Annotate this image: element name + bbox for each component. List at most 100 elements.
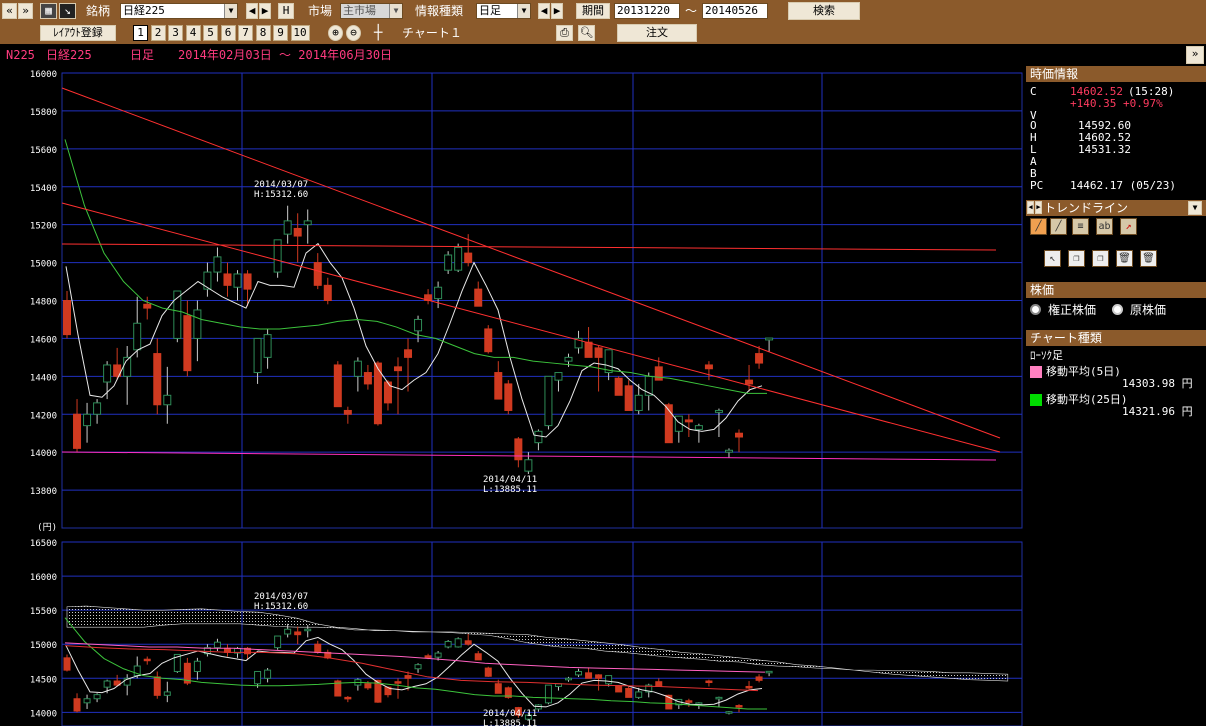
meigara-select[interactable]: 日経225 ▼ <box>120 3 238 19</box>
candle-body <box>303 220 312 226</box>
layout-number-6[interactable]: 6 <box>220 25 236 41</box>
candle-body <box>363 372 372 385</box>
layout-number-7[interactable]: 7 <box>238 25 253 41</box>
zoom-out-icon[interactable]: ⊖ <box>346 25 361 41</box>
next-arrow-icon[interactable]: ▶ <box>259 3 271 19</box>
chevron-down-icon[interactable]: ▼ <box>224 4 237 18</box>
price-chart[interactable]: 16000 15800 15600 15400 15200 15000 14800 14600… <box>0 66 1024 726</box>
ma25-swatch <box>1030 394 1042 406</box>
candle-body <box>554 372 563 381</box>
period-from-input[interactable]: 20131220 <box>614 3 680 19</box>
info-type-select[interactable]: 日足 ▼ <box>476 3 531 19</box>
lower-tick-label: 15000 <box>30 641 57 651</box>
lower-candle-body <box>163 691 171 696</box>
chevron-down-icon[interactable]: ▼ <box>517 4 530 18</box>
lower-candle-body <box>193 660 201 672</box>
trendline-tool-icon[interactable]: ╱ <box>1030 218 1047 235</box>
zoom-in-icon[interactable]: ⊕ <box>328 25 343 41</box>
lower-candle-body <box>294 631 302 636</box>
layout-number-9[interactable]: 9 <box>273 25 288 41</box>
candle-body <box>393 366 402 372</box>
market-select[interactable]: 主市場 ▼ <box>340 3 403 19</box>
candle-body <box>524 459 533 472</box>
layout-number-4[interactable]: 4 <box>185 25 201 41</box>
prev-arrow-icon[interactable]: ◀ <box>538 3 550 19</box>
double-chevron-right-icon[interactable]: » <box>18 3 33 19</box>
layout-number-10[interactable]: 10 <box>290 25 310 41</box>
candle-body <box>735 432 744 438</box>
candle-body <box>604 349 613 374</box>
search-button[interactable]: 検索 <box>788 2 860 20</box>
trendline-title: トレンドライン <box>1044 201 1129 215</box>
candle-body <box>594 347 603 358</box>
candle-body <box>614 377 623 396</box>
lower-candle-body <box>565 677 572 681</box>
delete-icon[interactable]: 🗑︎ <box>1116 250 1133 267</box>
layout-number-5[interactable]: 5 <box>203 25 218 41</box>
candle-body <box>313 262 322 286</box>
candle-body <box>293 227 302 237</box>
ma25-line <box>64 139 767 394</box>
layout-number-3[interactable]: 3 <box>168 25 183 41</box>
crosshair-icon[interactable]: ┼ <box>374 25 382 41</box>
ichimoku-cloud <box>66 605 1009 682</box>
period-to-input[interactable]: 20140526 <box>702 3 768 19</box>
candle-body <box>765 337 774 341</box>
trendline-horizontal-high <box>61 243 997 251</box>
cursor-icon[interactable]: ↘ <box>59 3 76 19</box>
chart-type-header: チャート種類 <box>1026 330 1206 346</box>
layout-number-2[interactable]: 2 <box>150 25 166 41</box>
arrow-tool-icon[interactable]: ↗ <box>1120 218 1137 235</box>
candle-body <box>474 288 483 307</box>
lower-candle-body <box>575 670 583 676</box>
candle-body <box>83 413 92 427</box>
period-button[interactable]: 期間 <box>576 3 610 19</box>
text-tool-icon[interactable]: ab <box>1096 218 1113 235</box>
print-preview-icon[interactable]: 🔍︎ <box>578 25 595 41</box>
radio-raw[interactable] <box>1112 304 1123 315</box>
layout-number-8[interactable]: 8 <box>255 25 271 41</box>
chevron-down-icon[interactable]: ▼ <box>1188 201 1202 215</box>
lower-candle-body <box>304 628 312 632</box>
lower-candle-body <box>755 676 763 681</box>
candle-body <box>273 239 282 273</box>
candle-body <box>243 273 252 290</box>
next-arrow-icon[interactable]: ▶ <box>551 3 563 19</box>
prev-arrow-icon[interactable]: ◀ <box>246 3 258 19</box>
order-button[interactable]: 注文 <box>617 24 697 42</box>
chart-tool-icon[interactable]: ▦ <box>40 3 57 19</box>
chevron-down-icon[interactable]: ▼ <box>389 4 402 18</box>
next-arrow-icon[interactable]: ▶ <box>1035 201 1042 214</box>
chart-name: チャート１ <box>402 26 462 40</box>
candle-body <box>444 254 453 271</box>
h-button[interactable]: H <box>278 3 294 19</box>
paste-icon[interactable]: ❐ <box>1092 250 1109 267</box>
chart-info-line: N225 日経225 日足 2014年02月03日 〜 2014年06月30日 <box>0 44 1024 66</box>
candle-body <box>684 419 693 423</box>
candle-body <box>404 349 413 358</box>
clear-all-icon[interactable]: 🗑︎ <box>1140 250 1157 267</box>
lower-tick-label: 16500 <box>30 539 57 549</box>
double-chevron-left-icon[interactable]: « <box>2 3 17 19</box>
expand-icon[interactable]: » <box>1186 46 1204 64</box>
lower-candle-body <box>434 652 442 658</box>
lower-candle-body <box>213 641 221 649</box>
prev-arrow-icon[interactable]: ◀ <box>1027 201 1034 214</box>
low-value: 14531.32 <box>1078 143 1131 156</box>
layout-number-1[interactable]: 1 <box>133 25 148 41</box>
candle-body <box>343 409 352 415</box>
upper-tick-label: 15800 <box>30 108 57 118</box>
copy-icon[interactable]: ❐ <box>1068 250 1085 267</box>
candle-body <box>183 315 192 372</box>
candle-body <box>143 303 152 309</box>
radio-adjusted[interactable] <box>1030 304 1041 315</box>
lower-candle-body <box>585 672 593 679</box>
channel-tool-icon[interactable]: ╱ <box>1050 218 1067 235</box>
print-icon[interactable]: ⎙ <box>556 25 573 41</box>
select-tool-icon[interactable]: ↖ <box>1044 250 1061 267</box>
lower-low-annotation-value: L:13885.11 <box>483 719 537 726</box>
layout-register-button[interactable]: ﾚｲｱｳﾄ登録 <box>40 25 116 41</box>
lower-candle-body <box>93 694 101 700</box>
fibonacci-tool-icon[interactable]: ≡ <box>1072 218 1089 235</box>
candle-body <box>624 385 633 411</box>
